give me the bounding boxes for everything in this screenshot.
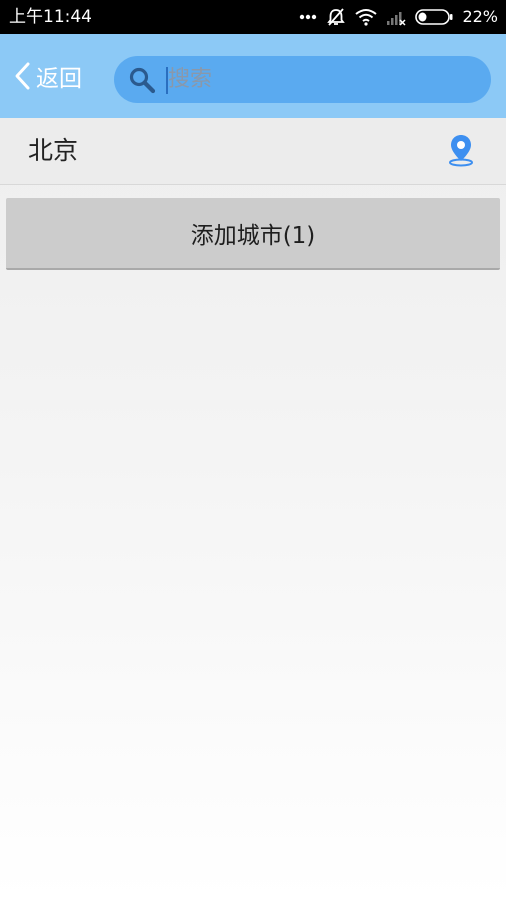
wifi-icon	[355, 8, 378, 26]
chevron-left-icon	[12, 61, 36, 91]
battery-percent: 22%	[462, 7, 498, 26]
status-time: 上午11:44	[9, 7, 92, 27]
status-bar: 上午11:44 22%	[0, 0, 506, 34]
back-button[interactable]: 返回	[12, 54, 82, 98]
add-city-button[interactable]: 添加城市(1)	[6, 198, 500, 270]
back-label: 返回	[36, 66, 82, 92]
search-input[interactable]	[168, 56, 468, 103]
search-icon	[128, 66, 156, 98]
search-box[interactable]	[114, 56, 491, 103]
alarm-muted-icon	[326, 7, 346, 27]
more-dots-icon	[299, 14, 317, 20]
signal-no-sim-icon	[386, 8, 406, 26]
location-pin-icon[interactable]	[446, 133, 476, 171]
battery-icon	[415, 9, 453, 25]
city-name: 北京	[28, 136, 79, 165]
status-icons: 22%	[299, 6, 498, 28]
header-bar: 返回	[0, 34, 506, 118]
city-list-item[interactable]: 北京	[0, 118, 506, 185]
